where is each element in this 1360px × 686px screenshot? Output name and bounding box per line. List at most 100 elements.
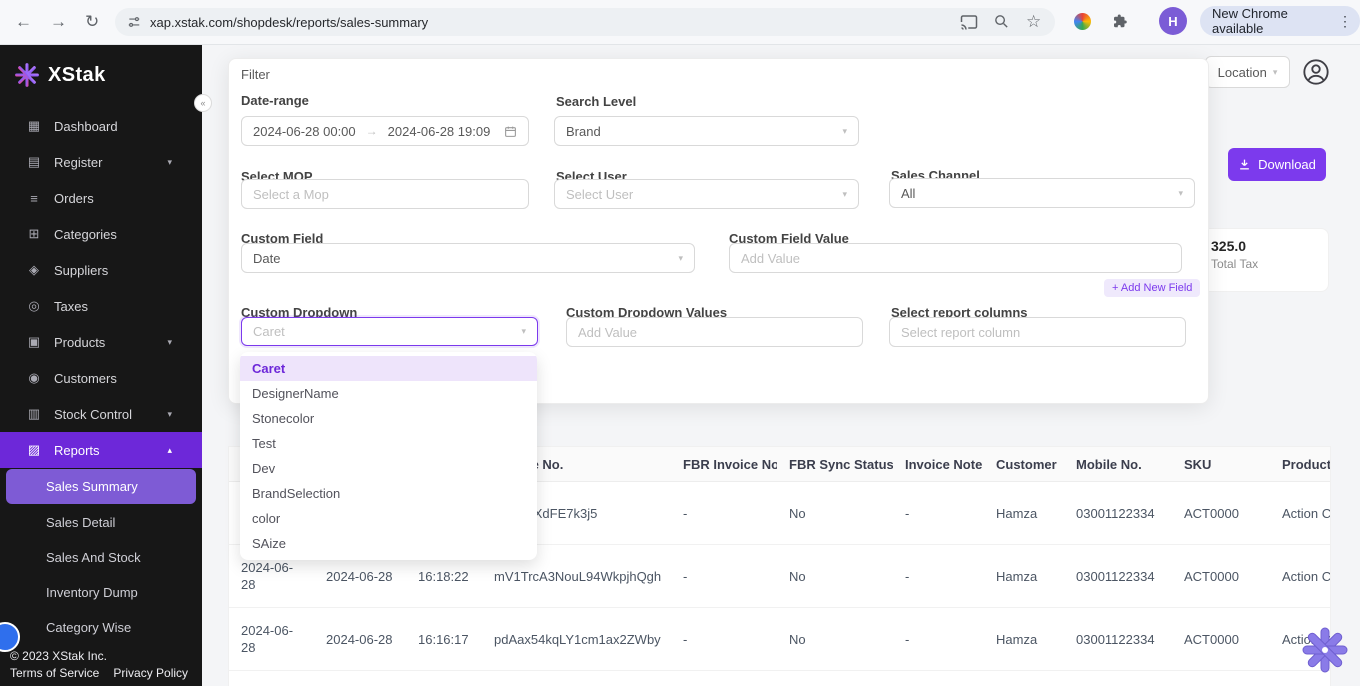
- chevron-down-icon: ▾: [167, 337, 172, 348]
- url-bar[interactable]: xap.xstak.com/shopdesk/reports/sales-sum…: [115, 8, 1055, 36]
- sidebar-item-label: Stock Control: [54, 407, 132, 422]
- sidebar-item-label: Dashboard: [54, 119, 118, 134]
- browser-menu-icon[interactable]: ⋮: [1338, 13, 1352, 30]
- register-icon: ▤: [26, 154, 42, 170]
- table-cell: 03001122334: [1064, 608, 1172, 671]
- table-cell: Hamza: [984, 482, 1064, 545]
- table-cell: -: [893, 608, 984, 671]
- dropdown-option-saize[interactable]: SAize: [240, 531, 537, 556]
- table-cell: -: [671, 608, 777, 671]
- dropdown-option-test[interactable]: Test: [240, 431, 537, 456]
- sidebar-item-label: Orders: [54, 191, 94, 206]
- cast-icon[interactable]: [960, 13, 978, 36]
- sidebar-collapse-button[interactable]: «: [194, 94, 212, 112]
- table-cell: 2024-06-28: [314, 608, 406, 671]
- dropdown-option-dev[interactable]: Dev: [240, 456, 537, 481]
- chevron-up-icon: ▴: [167, 445, 172, 456]
- total-tax-value: 325.0: [1211, 238, 1328, 254]
- download-button[interactable]: Download: [1228, 148, 1326, 181]
- sidebar-item-stock-control[interactable]: ▥Stock Control▾: [0, 396, 202, 432]
- categories-icon: ⊞: [26, 226, 42, 242]
- reload-icon[interactable]: ↻: [85, 11, 99, 33]
- custom-field-value-input[interactable]: [729, 243, 1182, 273]
- custom-dropdown-select[interactable]: Caret ▾: [241, 317, 538, 346]
- table-cell: Hamza: [984, 608, 1064, 671]
- sidebar-subitem-sales-detail[interactable]: Sales Detail: [0, 505, 202, 540]
- zoom-icon[interactable]: [993, 13, 1010, 35]
- chevron-down-icon: ▾: [842, 126, 847, 137]
- date-range-start: 2024-06-28 00:00: [253, 124, 356, 139]
- custom-field-value-text: Date: [253, 251, 280, 266]
- sidebar-item-label: Products: [54, 335, 105, 350]
- chrome-update-chip[interactable]: New Chrome available ⋮: [1200, 6, 1360, 36]
- report-columns-input[interactable]: [889, 317, 1186, 347]
- column-header: FBR Sync Status: [777, 447, 893, 482]
- site-settings-icon[interactable]: [127, 15, 141, 29]
- table-cell: ACT0000: [1172, 608, 1270, 671]
- column-header: FBR Invoice No: [671, 447, 777, 482]
- search-level-select[interactable]: Brand ▾: [554, 116, 859, 146]
- dropdown-option-stonecolor[interactable]: Stonecolor: [240, 406, 537, 431]
- custom-dropdown-options-list: CaretDesignerNameStonecolorTestDevBrandS…: [240, 352, 537, 560]
- select-user-placeholder: Select User: [566, 187, 633, 202]
- sidebar-item-register[interactable]: ▤Register▾: [0, 144, 202, 180]
- range-arrow-icon: →: [366, 124, 378, 138]
- table-cell: -: [671, 482, 777, 545]
- sales-channel-select[interactable]: All ▾: [889, 178, 1195, 208]
- dropdown-option-color[interactable]: color: [240, 506, 537, 531]
- custom-field-select[interactable]: Date ▾: [241, 243, 695, 273]
- back-icon[interactable]: ←: [15, 11, 32, 33]
- custom-dropdown-values-input[interactable]: [566, 317, 863, 347]
- total-tax-label: Total Tax: [1211, 257, 1328, 271]
- sidebar-subitem-category-wise[interactable]: Category Wise: [0, 610, 202, 645]
- products-icon: ▣: [26, 334, 42, 350]
- sidebar-item-customers[interactable]: ◉Customers: [0, 360, 202, 396]
- date-range-picker[interactable]: 2024-06-28 00:00 → 2024-06-28 19:09: [241, 116, 529, 146]
- sidebar-item-orders[interactable]: ≡Orders: [0, 180, 202, 216]
- select-mop-input[interactable]: [241, 179, 529, 209]
- calendar-icon: [504, 125, 517, 138]
- extension-color-icon[interactable]: [1074, 13, 1091, 30]
- logo[interactable]: XStak: [0, 44, 202, 100]
- dropdown-option-brandselection[interactable]: BrandSelection: [240, 481, 537, 506]
- sidebar-item-products[interactable]: ▣ Products ▾: [0, 324, 202, 360]
- dropdown-option-caret[interactable]: Caret: [240, 356, 537, 381]
- sidebar-subitem-sales-and-stock[interactable]: Sales And Stock: [0, 540, 202, 575]
- select-user-select[interactable]: Select User ▾: [554, 179, 859, 209]
- table-cell: pdAax54kqLY1cm1ax2ZWby: [482, 608, 671, 671]
- sidebar-item-suppliers[interactable]: ◈Suppliers: [0, 252, 202, 288]
- sales-channel-value: All: [901, 186, 915, 201]
- sidebar-item-categories[interactable]: ⊞Categories: [0, 216, 202, 252]
- sidebar-subitem-inventory-dump[interactable]: Inventory Dump: [0, 575, 202, 610]
- support-widget-flower-icon[interactable]: [1301, 626, 1349, 674]
- privacy-link[interactable]: Privacy Policy: [113, 665, 188, 682]
- search-level-value: Brand: [566, 124, 601, 139]
- column-header: Product Name: [1270, 447, 1331, 482]
- sidebar-item-dashboard[interactable]: ▦Dashboard: [0, 108, 202, 144]
- column-header: Invoice Note: [893, 447, 984, 482]
- add-new-field-button[interactable]: + Add New Field: [1104, 279, 1200, 297]
- location-label: Location: [1218, 65, 1267, 80]
- chevron-down-icon: ▾: [167, 409, 172, 420]
- chevron-down-icon: ▾: [1273, 67, 1278, 78]
- taxes-icon: ◎: [26, 298, 42, 314]
- dropdown-option-designername[interactable]: DesignerName: [240, 381, 537, 406]
- forward-icon[interactable]: →: [50, 11, 67, 33]
- sidebar-subitem-sales-summary[interactable]: Sales Summary: [6, 469, 196, 504]
- location-dropdown[interactable]: Location ▾: [1205, 56, 1290, 88]
- sidebar-item-label: Reports: [54, 443, 100, 458]
- extensions-puzzle-icon[interactable]: [1111, 13, 1129, 36]
- sidebar-item-reports[interactable]: ▨Reports▴: [0, 432, 202, 468]
- sidebar: XStak ▦Dashboard▤Register▾≡Orders⊞Catego…: [0, 44, 202, 686]
- table-cell: ACT0000: [1172, 482, 1270, 545]
- table-cell: -: [893, 482, 984, 545]
- date-range-end: 2024-06-28 19:09: [388, 124, 491, 139]
- terms-link[interactable]: Terms of Service: [10, 665, 99, 682]
- bookmark-star-icon[interactable]: ☆: [1026, 12, 1041, 32]
- user-avatar[interactable]: [1302, 58, 1330, 86]
- download-label: Download: [1258, 157, 1316, 172]
- browser-profile-avatar[interactable]: H: [1159, 7, 1187, 35]
- sidebar-item-taxes[interactable]: ◎Taxes: [0, 288, 202, 324]
- chevron-down-icon: ▾: [521, 326, 526, 337]
- table-cell: 03001122334: [1064, 545, 1172, 608]
